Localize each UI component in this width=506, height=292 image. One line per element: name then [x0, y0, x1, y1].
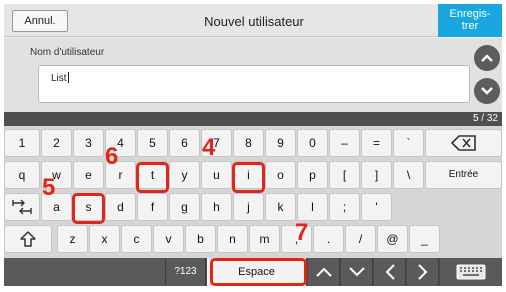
key-backslash[interactable]: \	[393, 161, 424, 189]
key-0[interactable]: 0	[297, 129, 328, 157]
step-number-7: 7	[295, 219, 309, 246]
save-label-line2: trer	[461, 20, 479, 32]
shift-icon	[20, 231, 36, 247]
key-v[interactable]: v	[153, 225, 184, 253]
cursor-left-key[interactable]	[374, 258, 406, 286]
scroll-up-button[interactable]	[474, 45, 500, 71]
scroll-down-button[interactable]	[474, 78, 500, 104]
tab-key[interactable]	[4, 193, 40, 221]
key-semicolon[interactable]: ;	[329, 193, 360, 221]
highlight-key-s	[72, 193, 105, 224]
key-1[interactable]: 1	[4, 129, 40, 157]
cursor-up-key[interactable]	[308, 258, 340, 286]
step-number-6: 6	[105, 143, 119, 170]
cursor-down-key[interactable]	[341, 258, 373, 286]
key-x[interactable]: x	[89, 225, 120, 253]
key-f[interactable]: f	[137, 193, 168, 221]
chevron-down-icon	[481, 87, 493, 95]
key-e[interactable]: e	[73, 161, 104, 189]
key-m[interactable]: m	[249, 225, 280, 253]
key-open-bracket[interactable]: [	[329, 161, 360, 189]
save-label-line1: Enregis-	[449, 8, 491, 20]
key-d[interactable]: d	[105, 193, 136, 221]
key-2[interactable]: 2	[41, 129, 72, 157]
step-number-5: 5	[42, 174, 56, 201]
cursor-right-key[interactable]	[407, 258, 439, 286]
key-o[interactable]: o	[265, 161, 296, 189]
mode-switch-key[interactable]: ?123	[166, 258, 206, 286]
key-backtick[interactable]: `	[393, 129, 424, 157]
key-5[interactable]: 5	[137, 129, 168, 157]
username-input[interactable]: List	[38, 65, 470, 103]
enter-key[interactable]: Entrée	[425, 161, 502, 189]
key-u[interactable]: u	[201, 161, 232, 189]
keyboard-icon	[456, 264, 486, 280]
key-period[interactable]: .	[313, 225, 344, 253]
page-counter: 5 / 32	[472, 113, 498, 124]
username-value: List	[51, 73, 67, 84]
chevron-down-icon	[348, 267, 365, 277]
key-underscore[interactable]: _	[409, 225, 440, 253]
key-slash[interactable]: /	[345, 225, 376, 253]
chevron-up-icon	[315, 267, 332, 277]
header-bar: Annul. Nouvel utilisateur Enregis- trer	[4, 4, 502, 37]
field-label: Nom d'utilisateur	[30, 47, 105, 58]
key-9[interactable]: 9	[265, 129, 296, 157]
key-h[interactable]: h	[201, 193, 232, 221]
key-p[interactable]: p	[297, 161, 328, 189]
key-close-bracket[interactable]: ]	[361, 161, 392, 189]
key-apostrophe[interactable]: '	[361, 193, 392, 221]
key-z[interactable]: z	[57, 225, 88, 253]
step-number-4: 4	[202, 134, 216, 161]
keyboard-toggle-key[interactable]	[440, 258, 502, 286]
bottom-row-spacer	[4, 258, 166, 286]
save-button[interactable]: Enregis- trer	[438, 4, 502, 37]
chevron-left-icon	[385, 264, 395, 280]
username-value-wrap: List	[51, 72, 69, 84]
device-screen: Annul. Nouvel utilisateur Enregis- trer …	[4, 4, 502, 286]
key-g[interactable]: g	[169, 193, 200, 221]
key-at[interactable]: @	[377, 225, 408, 253]
counter-strip: 5 / 32	[4, 112, 502, 126]
page-title: Nouvel utilisateur	[204, 14, 304, 29]
cancel-button[interactable]: Annul.	[12, 10, 68, 32]
key-6[interactable]: 6	[169, 129, 200, 157]
backspace-key[interactable]	[425, 129, 502, 157]
key-dash[interactable]: –	[329, 129, 360, 157]
chevron-right-icon	[417, 264, 427, 280]
highlight-space-key	[210, 258, 307, 286]
chevron-up-icon	[481, 54, 493, 62]
input-panel: Nom d'utilisateur List	[4, 38, 502, 112]
key-l[interactable]: l	[297, 193, 328, 221]
key-8[interactable]: 8	[233, 129, 264, 157]
key-equals[interactable]: =	[361, 129, 392, 157]
key-k[interactable]: k	[265, 193, 296, 221]
highlight-key-i	[232, 162, 265, 193]
key-n[interactable]: n	[217, 225, 248, 253]
tab-icon	[12, 199, 32, 215]
highlight-key-t	[136, 162, 169, 193]
key-b[interactable]: b	[185, 225, 216, 253]
text-caret	[67, 72, 69, 83]
key-q[interactable]: q	[4, 161, 40, 189]
key-j[interactable]: j	[233, 193, 264, 221]
key-3[interactable]: 3	[73, 129, 104, 157]
key-y[interactable]: y	[169, 161, 200, 189]
shift-key[interactable]	[4, 225, 52, 253]
key-c[interactable]: c	[121, 225, 152, 253]
backspace-icon	[450, 135, 476, 151]
